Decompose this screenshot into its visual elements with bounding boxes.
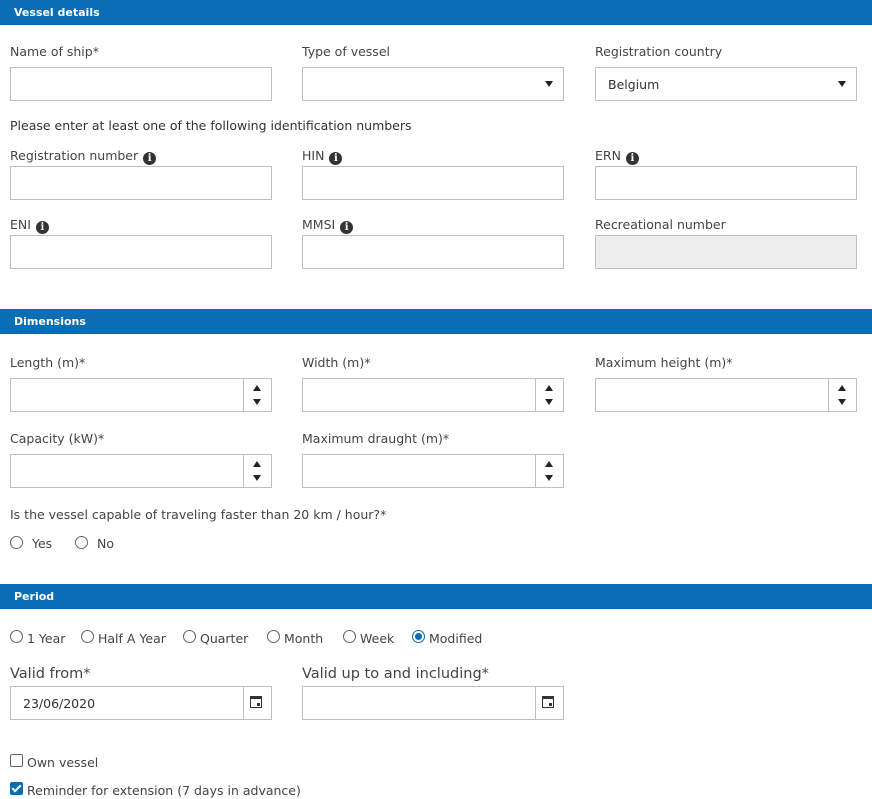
info-icon[interactable]: i [143, 152, 157, 165]
max-height-input[interactable] [595, 378, 857, 412]
arrow-up-icon[interactable] [545, 461, 553, 467]
period-modified-radio[interactable] [412, 630, 425, 643]
type-of-vessel-select[interactable] [302, 67, 564, 101]
max-draught-label: Maximum draught (m)* [302, 431, 450, 446]
max-draught-stepper[interactable] [535, 455, 563, 487]
length-label: Length (m)* [10, 355, 86, 370]
capacity-stepper[interactable] [243, 455, 271, 487]
mmsi-input[interactable] [302, 235, 564, 269]
valid-until-label: Valid up to and including* [302, 666, 489, 682]
id-instruction-text: Please enter at least one of the followi… [10, 118, 412, 133]
max-height-stepper[interactable] [828, 379, 856, 411]
label-text: MMSI [302, 217, 336, 232]
label-text: Registration number [10, 148, 139, 163]
own-vessel-label[interactable]: Own vessel [27, 755, 98, 770]
period-quarter-label[interactable]: Quarter [200, 631, 248, 646]
eni-input[interactable] [10, 235, 272, 269]
arrow-down-icon[interactable] [545, 475, 553, 481]
length-stepper[interactable] [243, 379, 271, 411]
section-header-vessel-details: Vessel details [0, 0, 872, 25]
section-title: Vessel details [14, 6, 100, 19]
period-month-radio[interactable] [267, 630, 280, 643]
chevron-down-icon [838, 81, 846, 87]
chevron-down-icon [545, 81, 553, 87]
ern-label: ERN i [595, 148, 639, 165]
hin-label: HIN i [302, 148, 343, 165]
speed-yes-label[interactable]: Yes [32, 536, 52, 551]
valid-until-calendar-button[interactable] [535, 687, 563, 719]
recreational-number-input [595, 235, 857, 269]
period-half-year-label[interactable]: Half A Year [98, 631, 166, 646]
section-header-dimensions: Dimensions [0, 309, 872, 334]
max-height-label: Maximum height (m)* [595, 355, 733, 370]
info-icon[interactable]: i [340, 221, 354, 234]
length-input[interactable] [10, 378, 272, 412]
valid-from-input[interactable]: 23/06/2020 [10, 686, 272, 720]
width-stepper[interactable] [535, 379, 563, 411]
info-icon[interactable]: i [625, 152, 639, 165]
arrow-down-icon[interactable] [253, 475, 261, 481]
own-vessel-checkbox[interactable] [10, 754, 23, 767]
eni-label: ENI i [10, 217, 49, 234]
period-half-year-radio[interactable] [81, 630, 94, 643]
arrow-up-icon[interactable] [545, 385, 553, 391]
period-week-label[interactable]: Week [360, 631, 394, 646]
info-icon[interactable]: i [329, 152, 343, 165]
registration-number-label: Registration number i [10, 148, 157, 165]
recreational-number-label: Recreational number [595, 217, 726, 232]
arrow-up-icon[interactable] [253, 385, 261, 391]
period-modified-label[interactable]: Modified [429, 631, 482, 646]
name-of-ship-input[interactable] [10, 67, 272, 101]
arrow-up-icon[interactable] [253, 461, 261, 467]
period-quarter-radio[interactable] [183, 630, 196, 643]
type-of-vessel-label: Type of vessel [302, 44, 390, 59]
section-title: Period [14, 590, 55, 603]
arrow-down-icon[interactable] [253, 399, 261, 405]
speed-question-label: Is the vessel capable of traveling faste… [10, 507, 387, 522]
label-text: ENI [10, 217, 31, 232]
valid-from-calendar-button[interactable] [243, 687, 271, 719]
registration-country-label: Registration country [595, 44, 723, 59]
registration-country-value: Belgium [608, 77, 660, 92]
label-text: ERN [595, 148, 621, 163]
width-input[interactable] [302, 378, 564, 412]
ern-input[interactable] [595, 166, 857, 200]
capacity-input[interactable] [10, 454, 272, 488]
capacity-label: Capacity (kW)* [10, 431, 105, 446]
speed-no-label[interactable]: No [97, 536, 114, 551]
period-week-radio[interactable] [343, 630, 356, 643]
calendar-icon[interactable] [250, 696, 262, 708]
arrow-down-icon[interactable] [838, 399, 846, 405]
registration-country-select[interactable]: Belgium [595, 67, 857, 101]
calendar-icon[interactable] [542, 696, 554, 708]
period-1-year-radio[interactable] [10, 630, 23, 643]
section-header-period: Period [0, 584, 872, 609]
name-of-ship-label: Name of ship* [10, 44, 99, 59]
arrow-up-icon[interactable] [838, 385, 846, 391]
max-draught-input[interactable] [302, 454, 564, 488]
reminder-label[interactable]: Reminder for extension (7 days in advanc… [27, 783, 301, 798]
info-icon[interactable]: i [35, 221, 49, 234]
valid-from-value: 23/06/2020 [23, 696, 96, 711]
reminder-checkbox[interactable] [10, 782, 23, 795]
period-1-year-label[interactable]: 1 Year [27, 631, 65, 646]
period-month-label[interactable]: Month [284, 631, 323, 646]
label-text: HIN [302, 148, 325, 163]
speed-no-radio[interactable] [75, 536, 88, 549]
speed-yes-radio[interactable] [10, 536, 23, 549]
arrow-down-icon[interactable] [545, 399, 553, 405]
hin-input[interactable] [302, 166, 564, 200]
valid-from-label: Valid from* [10, 666, 91, 682]
mmsi-label: MMSI i [302, 217, 354, 234]
registration-number-input[interactable] [10, 166, 272, 200]
width-label: Width (m)* [302, 355, 371, 370]
valid-until-input[interactable] [302, 686, 564, 720]
section-title: Dimensions [14, 315, 86, 328]
